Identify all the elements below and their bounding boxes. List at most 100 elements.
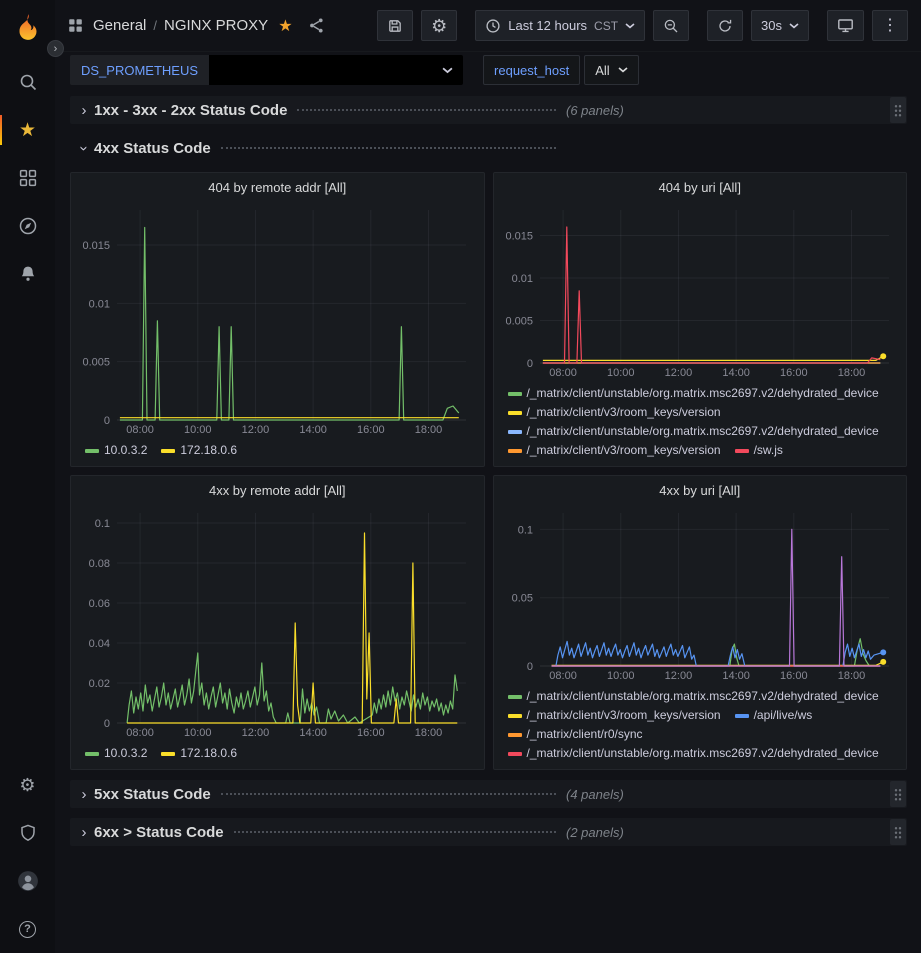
chevron-down-icon [442, 67, 453, 74]
row-drag-handle[interactable] [890, 97, 906, 123]
bell-icon [18, 264, 38, 284]
sidebar-expand-button[interactable]: › [47, 40, 64, 57]
legend-item[interactable]: /_matrix/client/v3/room_keys/version [508, 403, 721, 422]
timeseries-chart[interactable]: 08:0010:0012:0014:0016:0018:0000.050.1 [500, 504, 901, 684]
row-5xx-status-code[interactable]: › 5xx Status Code (4 panels) [70, 780, 907, 808]
legend-label: /api/live/ws [754, 706, 813, 725]
panel-title[interactable]: 4xx by remote addr [All] [71, 476, 484, 504]
timeseries-chart[interactable]: 08:0010:0012:0014:0016:0018:0000.0050.01… [77, 201, 478, 438]
legend-item[interactable]: /_matrix/client/v3/room_keys/version [508, 706, 721, 725]
legend-item[interactable]: /_matrix/client/unstable/org.matrix.msc2… [508, 422, 879, 441]
svg-text:08:00: 08:00 [126, 727, 154, 739]
panel-4xx-by-remote-addr: 4xx by remote addr [All] 08:0010:0012:00… [70, 475, 485, 770]
favorite-star-icon[interactable]: ★ [278, 16, 292, 36]
dashboard-scroll-area[interactable]: › 1xx - 3xx - 2xx Status Code (6 panels)… [55, 88, 921, 953]
legend-swatch [508, 752, 522, 756]
legend-swatch [85, 752, 99, 756]
monitor-icon [837, 17, 854, 34]
legend-swatch [85, 449, 99, 453]
svg-text:16:00: 16:00 [357, 424, 385, 436]
sidebar-item-search[interactable] [0, 58, 55, 106]
kiosk-mode-button[interactable] [827, 10, 864, 41]
refresh-button[interactable] [707, 10, 743, 41]
row-drag-handle[interactable] [890, 781, 906, 807]
legend-item[interactable]: 172.18.0.6 [161, 744, 237, 763]
row-dotted-leader [297, 109, 556, 111]
legend-item[interactable]: /_matrix/client/unstable/org.matrix.msc2… [508, 687, 879, 706]
legend-swatch [161, 752, 175, 756]
refresh-interval-picker[interactable]: 30s [751, 10, 809, 41]
sidebar-item-profile[interactable] [0, 857, 55, 905]
svg-text:16:00: 16:00 [780, 670, 808, 682]
timeseries-chart[interactable]: 08:0010:0012:0014:0016:0018:0000.0050.01… [500, 201, 901, 381]
legend-item[interactable]: /_matrix/client/unstable/org.matrix.msc2… [508, 744, 879, 763]
legend-item[interactable]: /sw.js [735, 441, 783, 460]
legend-swatch [508, 430, 522, 434]
datasource-variable-label[interactable]: DS_PROMETHEUS [70, 55, 209, 85]
sidebar-item-dashboards[interactable] [0, 154, 55, 202]
legend-item[interactable]: 10.0.3.2 [85, 744, 147, 763]
request-host-label[interactable]: request_host [483, 55, 580, 85]
sidebar-item-help[interactable]: ? [0, 905, 55, 953]
chart-legend: 10.0.3.2 172.18.0.6 [77, 438, 478, 462]
legend-swatch [735, 714, 749, 718]
save-dashboard-button[interactable] [377, 10, 413, 41]
legend-item[interactable]: /_matrix/client/v3/room_keys/version [508, 441, 721, 460]
legend-item[interactable]: /_matrix/client/unstable/org.matrix.msc2… [508, 384, 879, 403]
zoom-out-button[interactable] [653, 10, 689, 41]
chart-legend: 10.0.3.2 172.18.0.6 [77, 741, 478, 765]
row-drag-handle[interactable] [890, 819, 906, 845]
svg-text:18:00: 18:00 [415, 424, 443, 436]
breadcrumb-folder[interactable]: General [93, 17, 146, 34]
time-range-picker[interactable]: Last 12 hours CST [475, 10, 645, 41]
svg-text:08:00: 08:00 [549, 367, 577, 379]
legend-item[interactable]: 172.18.0.6 [161, 441, 237, 460]
panel-title[interactable]: 404 by uri [All] [494, 173, 907, 201]
refresh-interval-label: 30s [761, 18, 782, 33]
chevron-down-icon [789, 23, 799, 29]
legend-item[interactable]: /_matrix/client/r0/sync [508, 725, 643, 744]
time-range-label: Last 12 hours [508, 18, 587, 33]
sidebar-item-alerting[interactable] [0, 250, 55, 298]
legend-label: /_matrix/client/r0/sync [527, 725, 643, 744]
svg-text:0: 0 [526, 661, 532, 673]
breadcrumb-separator: / [153, 18, 157, 33]
svg-text:0.1: 0.1 [517, 524, 532, 536]
dashboard-settings-button[interactable]: ⚙ [421, 10, 457, 41]
sidebar-item-starred[interactable]: ★ [0, 106, 55, 154]
kebab-menu-icon: ⋮ [882, 18, 898, 34]
svg-text:0: 0 [104, 718, 110, 730]
user-avatar [17, 870, 39, 892]
dashboard-title[interactable]: NGINX PROXY [164, 17, 268, 34]
panel-404-by-remote-addr: 404 by remote addr [All] 08:0010:0012:00… [70, 172, 485, 467]
toolbar: ⚙ Last 12 hours CST [377, 10, 908, 41]
more-options-button[interactable]: ⋮ [872, 10, 908, 41]
row-panel-count: (4 panels) [566, 787, 624, 802]
sidebar: ★ ⚙ ? [0, 0, 55, 953]
legend-label: 172.18.0.6 [180, 744, 237, 763]
sidebar-item-configuration[interactable]: ⚙ [0, 761, 55, 809]
datasource-select[interactable] [209, 55, 463, 85]
row-dotted-leader [221, 793, 556, 795]
legend-item[interactable]: /api/live/ws [735, 706, 813, 725]
timeseries-chart[interactable]: 08:0010:0012:0014:0016:0018:0000.020.040… [77, 504, 478, 741]
legend-label: /_matrix/client/unstable/org.matrix.msc2… [527, 744, 879, 763]
row-1xx-3xx-2xx-status-code[interactable]: › 1xx - 3xx - 2xx Status Code (6 panels) [70, 96, 907, 124]
clock-icon [485, 18, 501, 34]
legend-item[interactable]: 10.0.3.2 [85, 441, 147, 460]
chart-legend: /_matrix/client/unstable/org.matrix.msc2… [500, 684, 901, 765]
top-navbar: General / NGINX PROXY ★ ⚙ [55, 0, 921, 52]
share-icon[interactable] [308, 17, 325, 34]
sidebar-item-server-admin[interactable] [0, 809, 55, 857]
svg-text:0.015: 0.015 [82, 240, 110, 252]
panel-title[interactable]: 404 by remote addr [All] [71, 173, 484, 201]
svg-text:0.06: 0.06 [89, 598, 110, 610]
request-host-select[interactable]: All [584, 55, 638, 85]
row-6xx-status-code[interactable]: › 6xx > Status Code (2 panels) [70, 818, 907, 846]
panel-title[interactable]: 4xx by uri [All] [494, 476, 907, 504]
row-4xx-status-code[interactable]: › 4xx Status Code [70, 134, 907, 162]
search-icon [18, 72, 38, 92]
svg-text:10:00: 10:00 [606, 367, 634, 379]
svg-text:12:00: 12:00 [242, 424, 270, 436]
sidebar-item-explore[interactable] [0, 202, 55, 250]
